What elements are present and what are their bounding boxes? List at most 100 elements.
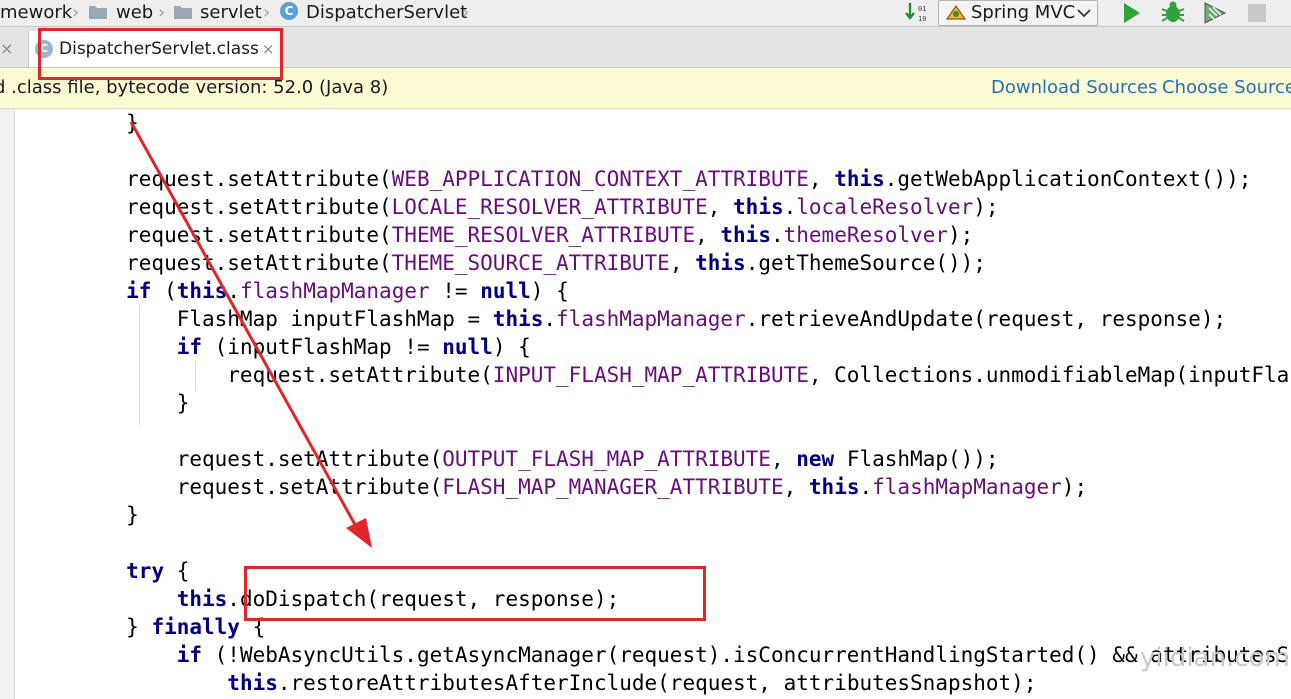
breadcrumb-item-web[interactable]: web [116, 0, 153, 26]
svg-text:01: 01 [918, 5, 926, 13]
code-token: , [707, 195, 734, 219]
keyword-token: this [720, 223, 771, 247]
code-token: . [543, 307, 557, 331]
keyword-token: try [126, 559, 165, 583]
code-token: } [25, 615, 152, 639]
code-token: FlashMap inputFlashMap = [25, 307, 493, 331]
code-token: request.setAttribute( [25, 251, 392, 275]
field-token: LOCALE_RESOLVER_ATTRIBUTE [391, 195, 708, 219]
code-token: { [164, 559, 190, 583]
code-token: , [669, 251, 696, 275]
code-line[interactable]: request.setAttribute(LOCALE_RESOLVER_ATT… [25, 193, 1291, 221]
breadcrumb-separator-icon: › [462, 2, 470, 23]
keyword-token: if [126, 279, 152, 303]
code-line[interactable]: if (this.flashMapManager != null) { [25, 277, 1291, 305]
code-line[interactable]: FlashMap inputFlashMap = this.flashMapMa… [25, 305, 1291, 333]
code-token: request.setAttribute( [25, 223, 392, 247]
breadcrumb-separator-icon: › [72, 2, 80, 23]
code-token: . [859, 475, 873, 499]
keyword-token: finally [151, 615, 240, 639]
code-token: request.setAttribute( [25, 167, 392, 191]
field-token: WEB_APPLICATION_CONTEXT_ATTRIBUTE [391, 167, 809, 191]
code-line[interactable] [25, 529, 1291, 557]
code-token: ) { [492, 335, 531, 359]
code-token: request.setAttribute( [25, 475, 443, 499]
keyword-token: if [176, 335, 203, 359]
download-sources-link[interactable]: Download Sources [991, 68, 1157, 108]
code-line[interactable]: request.setAttribute(OUTPUT_FLASH_MAP_AT… [25, 445, 1291, 473]
code-token: ) { [530, 279, 569, 303]
code-token: ( [151, 279, 177, 303]
class-icon: C [280, 2, 298, 20]
code-line[interactable] [25, 137, 1291, 165]
run-icon[interactable] [1118, 0, 1144, 26]
code-line[interactable]: request.setAttribute(INPUT_FLASH_MAP_ATT… [25, 361, 1291, 389]
code-token: , Collections.unmodifiableMap(inputFlash… [808, 363, 1291, 387]
code-token: request.setAttribute( [25, 195, 392, 219]
keyword-token: this [808, 475, 860, 499]
field-token: FLASH_MAP_MANAGER_ATTRIBUTE [442, 475, 784, 499]
sort-icon[interactable]: 01 10 [903, 0, 929, 26]
run-configuration-label: Spring MVC [971, 2, 1076, 23]
code-line[interactable]: this.restoreAttributesAfterInclude(reque… [25, 669, 1291, 697]
breadcrumb-item-framework[interactable]: mework [0, 0, 72, 26]
code-token: .getWebApplicationContext()); [884, 167, 1252, 191]
code-line[interactable]: request.setAttribute(WEB_APPLICATION_CON… [25, 165, 1291, 193]
watermark-text: yiidian.com [1140, 643, 1290, 673]
code-token: ); [1061, 475, 1088, 499]
code-token: . [770, 223, 784, 247]
code-token: . [227, 279, 240, 303]
code-line[interactable] [25, 417, 1291, 445]
keyword-token: null [442, 335, 493, 359]
breadcrumb-separator-icon: › [263, 2, 271, 23]
close-icon[interactable]: × [0, 39, 13, 58]
run-configuration-selector[interactable]: Spring MVC [938, 0, 1098, 26]
keyword-token: this [834, 167, 885, 191]
field-token: THEME_RESOLVER_ATTRIBUTE [391, 223, 696, 247]
breadcrumb-item-dispatcherservlet[interactable]: DispatcherServlet [306, 0, 467, 26]
code-token: } [25, 391, 190, 415]
code-token: request.setAttribute( [25, 363, 493, 387]
code-line[interactable]: } [25, 501, 1291, 529]
keyword-token: null [480, 279, 531, 303]
stop-icon[interactable] [1245, 0, 1269, 26]
code-token: request.setAttribute( [25, 447, 443, 471]
coverage-icon[interactable] [1201, 0, 1229, 26]
code-line[interactable]: if (!WebAsyncUtils.getAsyncManager(reque… [25, 641, 1291, 669]
keyword-token: this [176, 587, 228, 611]
code-token: } [25, 111, 139, 135]
code-token: (!WebAsyncUtils.getAsyncManager(request)… [214, 643, 1291, 667]
field-token: themeResolver [783, 223, 948, 247]
choose-sources-link[interactable]: Choose Sources [1162, 68, 1291, 108]
code-token: .retrieveAndUpdate(request, response); [745, 307, 1227, 331]
breadcrumb-item-servlet[interactable]: servlet [200, 0, 262, 26]
code-line[interactable]: request.setAttribute(FLASH_MAP_MANAGER_A… [25, 473, 1291, 501]
code-token: , [695, 223, 721, 247]
breadcrumb-separator-icon: › [158, 2, 166, 23]
code-line[interactable]: request.setAttribute(THEME_RESOLVER_ATTR… [25, 221, 1291, 249]
code-line[interactable]: } [25, 389, 1291, 417]
field-token: OUTPUT_FLASH_MAP_ATTRIBUTE [442, 447, 771, 471]
field-token: flashMapManager [872, 475, 1062, 499]
keyword-token: this [733, 195, 784, 219]
code-token: ); [948, 223, 974, 247]
code-line[interactable]: } [25, 109, 1291, 137]
keyword-token: this [176, 279, 228, 303]
navigation-bar: mework › web › servlet › C DispatcherSer… [0, 0, 1291, 27]
code-token: .getThemeSource()); [745, 251, 986, 275]
field-token: THEME_SOURCE_ATTRIBUTE [391, 251, 670, 275]
code-token: . [783, 195, 797, 219]
code-line[interactable]: if (inputFlashMap != null) { [25, 333, 1291, 361]
code-token: , [770, 447, 797, 471]
debug-icon[interactable] [1158, 0, 1188, 26]
code-token: .restoreAttributesAfterInclude(request, … [277, 671, 1037, 695]
keyword-token: new [796, 447, 835, 471]
code-token: ); [973, 195, 999, 219]
field-token: flashMapManager [239, 279, 430, 303]
code-line[interactable]: request.setAttribute(THEME_SOURCE_ATTRIB… [25, 249, 1291, 277]
field-token: localeResolver [796, 195, 974, 219]
